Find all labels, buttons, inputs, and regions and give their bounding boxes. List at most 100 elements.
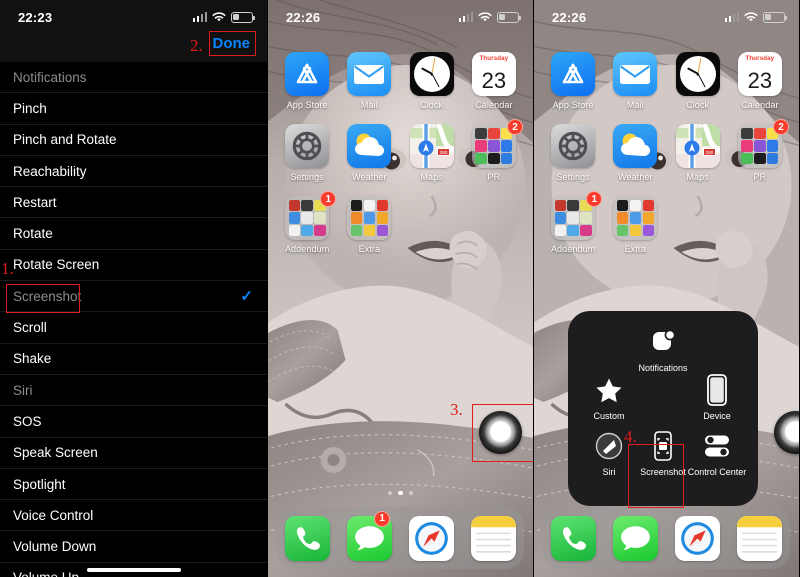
home-indicator[interactable] [86,568,181,572]
assistive-touch-button[interactable] [479,411,522,454]
app-icon-clock[interactable]: Clock [401,52,463,110]
assistive-touch-menu: Notifications Custom Device Siri Screens… [568,311,758,506]
list-item-label: Shake [13,351,52,367]
app-icon-calendar[interactable]: Thursday 23 Calendar [463,52,525,110]
app-icon-maps[interactable]: 280 Maps [401,124,463,182]
safari-icon [408,515,454,561]
page-dot[interactable] [408,490,414,495]
app-icon-notes[interactable]: Notes [470,515,516,561]
done-button[interactable]: Done [209,34,255,53]
weather-icon [613,124,658,168]
app-icon-weather[interactable]: Weather [338,124,400,182]
app-icon-calendar[interactable]: Thursday 23 Calendar [729,52,791,110]
app-icon-clock[interactable]: Clock [667,52,729,110]
list-item[interactable]: Notifications [0,62,267,94]
app-label: Weather [352,172,387,182]
list-item[interactable]: Scroll [0,312,267,344]
phone-icon [285,515,331,561]
list-item[interactable]: Siri [0,375,267,407]
app-icon-mail[interactable]: Mail [338,52,400,110]
app-label: Extra [358,244,381,254]
status-bar-middle: 22:26 [268,0,533,30]
mail-icon [613,52,658,96]
list-item-label: Restart [13,194,57,210]
calendar-weekday: Thursday [737,52,782,65]
menu-item-custom[interactable]: Custom [578,373,640,421]
app-store-icon [285,52,330,96]
cellular-signal-icon [724,12,739,22]
app-icon-messages[interactable]: 1 Messages [347,510,393,561]
list-item[interactable]: Speak Screen [0,438,267,469]
app-folder-pr[interactable]: 2 PR [729,119,791,182]
list-item[interactable]: Spotlight [0,469,267,501]
app-icon-settings[interactable]: Settings [542,124,604,182]
status-time: 22:23 [18,9,53,25]
app-label: Calendar [475,100,513,110]
menu-item-screenshot[interactable]: Screenshot [632,429,694,477]
app-folder-extra[interactable]: Extra [338,196,400,254]
list-item[interactable]: Restart [0,187,267,219]
menu-item-device[interactable]: Device [686,373,748,421]
app-folder-addendum[interactable]: 1 Addendum [542,191,604,254]
phone-panel-settings: 22:23 Done Notifications Pinch Pinch and… [0,0,267,577]
menu-item-label: Custom [593,411,625,421]
app-icon-settings[interactable]: Settings [276,124,338,182]
app-folder-pr[interactable]: 2 PR [463,119,525,182]
app-folder-extra[interactable]: Extra [604,196,666,254]
list-item-screenshot[interactable]: Screenshot ✓ [0,281,267,313]
screenshot-icon [654,429,672,463]
page-dots[interactable] [268,490,533,495]
folder-icon [613,196,658,240]
list-item[interactable]: Rotate [0,218,267,250]
page-dot-active[interactable] [398,490,403,495]
clock-icon [675,52,720,96]
app-label: Calendar [741,100,779,110]
menu-item-notifications[interactable]: Notifications [632,325,694,373]
list-item[interactable]: Reachability [0,156,267,188]
app-label: Mail [626,100,644,110]
list-item[interactable]: SOS [0,406,267,438]
list-item[interactable]: Shake [0,344,267,375]
list-item[interactable]: Rotate Screen [0,250,267,282]
app-icon-phone[interactable] [551,515,597,561]
safari-icon [674,515,720,561]
menu-item-label: Notifications [638,363,688,373]
list-item[interactable]: Pinch [0,93,267,125]
status-bar-right: 22:26 [534,0,799,30]
app-icon-app-store[interactable]: App Store [542,52,604,110]
list-item[interactable]: Pinch and Rotate [0,125,267,156]
app-label: Extra [624,244,647,254]
list-item-label: Voice Control [13,507,94,523]
folder-icon [347,196,392,240]
app-label: Maps [686,172,709,182]
app-label: Addendum [284,244,330,254]
app-icon-maps[interactable]: 280 Maps [667,124,729,182]
app-icon-messages[interactable] [613,515,659,561]
list-item-label: Siri [13,382,33,398]
list-item[interactable]: Volume Down [0,531,267,563]
app-icon-notes[interactable] [736,515,782,561]
app-icon-phone[interactable]: Phone [285,515,331,561]
wifi-icon [744,11,758,23]
gear-icon [285,124,330,168]
mail-icon [347,52,392,96]
app-icon-safari[interactable] [674,515,720,561]
list-item[interactable]: Voice Control [0,500,267,532]
app-icon-mail[interactable]: Mail [604,52,666,110]
assistive-touch-actions-list[interactable]: Notifications Pinch Pinch and Rotate Rea… [0,62,267,577]
device-icon [707,373,727,407]
app-icon-weather[interactable]: Weather [604,124,666,182]
menu-item-label: Control Center [687,467,747,477]
list-item-label: Rotate Screen [13,257,100,273]
clock-icon [409,52,454,96]
menu-item-control-center[interactable]: Control Center [686,429,748,477]
messages-icon [613,515,659,561]
page-dot[interactable] [387,490,393,495]
app-icon-safari[interactable]: Safari [408,515,454,561]
app-folder-addendum[interactable]: 1 Addendum [276,191,338,254]
calendar-icon: Thursday 23 [471,52,516,96]
list-item-label: Scroll [13,320,47,336]
list-item-label: Reachability [13,163,87,179]
app-icon-app-store[interactable]: App Store [276,52,338,110]
app-label: Weather [618,172,653,182]
